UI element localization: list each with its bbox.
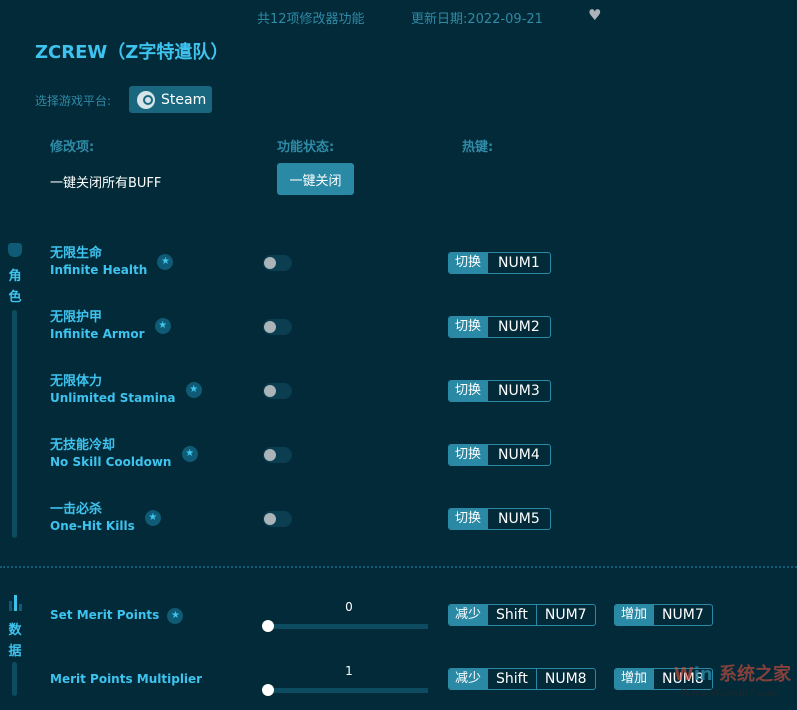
steam-icon [137, 90, 155, 109]
character-icon [8, 243, 22, 257]
slider-value: 0 [345, 600, 353, 614]
cheat-row: 无限护甲 Infinite Armor ★ [50, 309, 171, 345]
hotkey-key: NUM8 [535, 669, 595, 689]
slider-value: 1 [345, 664, 353, 678]
slider-row-label: Set Merit Points ★ [50, 607, 184, 624]
star-icon[interactable]: ★ [185, 381, 202, 398]
section-data-1: 数 [8, 623, 22, 638]
section-character[interactable]: 角色 [8, 266, 22, 308]
slider-track[interactable] [268, 688, 428, 693]
cheat-name-en-wrap: Infinite Armor ★ [50, 317, 171, 343]
hotkey-key: NUM3 [487, 381, 550, 401]
hotkey-modifier: Shift [487, 669, 536, 689]
cheat-toggle[interactable] [263, 511, 292, 527]
hotkey-key: NUM1 [487, 253, 550, 273]
hotkey-key: NUM4 [487, 445, 550, 465]
hotkey-action: 切换 [449, 381, 488, 401]
hotkey-action: 切换 [449, 445, 488, 465]
cheat-name-en: Infinite Armor [50, 327, 145, 341]
cheat-toggle[interactable] [263, 255, 292, 271]
cheat-row: 无技能冷却 No Skill Cooldown ★ [50, 437, 198, 473]
section-data-2: 据 [8, 644, 22, 659]
star-icon[interactable]: ★ [181, 445, 198, 462]
feature-count: 共12项修改器功能 [257, 12, 365, 27]
decrease-hotkey[interactable]: 减少 Shift NUM8 [448, 668, 596, 690]
hotkey-action: 减少 [449, 669, 488, 689]
hotkey-key: NUM5 [487, 509, 550, 529]
cheat-name-en-wrap: No Skill Cooldown ★ [50, 445, 198, 471]
watermark-url: Www.Winwin7.com [681, 688, 779, 699]
section-char-2: 色 [8, 290, 22, 305]
hotkey-action: 切换 [449, 509, 488, 529]
cheat-toggle[interactable] [263, 383, 292, 399]
hotkey-action: 切换 [449, 317, 488, 337]
slider-thumb[interactable] [262, 620, 274, 632]
hotkey-key: NUM2 [487, 317, 550, 337]
hotkey-box[interactable]: 切换 NUM2 [448, 316, 551, 338]
hotkey-box[interactable]: 切换 NUM5 [448, 508, 551, 530]
update-date: 更新日期:2022-09-21 [411, 12, 543, 27]
hotkey-box[interactable]: 切换 NUM4 [448, 444, 551, 466]
section-char-1: 角 [8, 269, 22, 284]
steam-label: Steam [161, 91, 207, 108]
cheat-name-en: Infinite Health [50, 263, 148, 277]
hotkey-action: 切换 [449, 253, 488, 273]
star-icon[interactable]: ★ [167, 607, 184, 624]
section-scrollbar[interactable] [12, 310, 17, 538]
hotkey-key: NUM7 [653, 605, 712, 625]
hotkey-box[interactable]: 切换 NUM3 [448, 380, 551, 402]
cheat-row: 无限体力 Unlimited Stamina ★ [50, 373, 202, 409]
hotkey-box[interactable]: 切换 NUM1 [448, 252, 551, 274]
column-item: 修改项: [50, 140, 95, 155]
hotkey-key: NUM7 [535, 605, 595, 625]
slider-row-label: Merit Points Multiplier [50, 671, 202, 688]
cheat-row: 无限生命 Infinite Health ★ [50, 245, 174, 281]
slider-name: Merit Points Multiplier [50, 672, 203, 686]
platform-label: 选择游戏平台: [35, 94, 112, 108]
cheat-name-en-wrap: Infinite Health ★ [50, 253, 174, 279]
hotkey-modifier: Shift [487, 605, 536, 625]
decrease-hotkey[interactable]: 减少 Shift NUM7 [448, 604, 596, 626]
slider-thumb[interactable] [262, 684, 274, 696]
slider-track[interactable] [268, 624, 428, 629]
cheat-name-cn: 无限生命 [50, 246, 103, 261]
cheat-name-cn: 无技能冷却 [50, 438, 116, 453]
slider-name: Set Merit Points [50, 608, 160, 622]
hotkey-action: 减少 [449, 605, 488, 625]
column-hotkey: 热键: [462, 140, 494, 155]
close-all-button[interactable]: 一键关闭 [277, 163, 354, 195]
cheat-name-en-wrap: One-Hit Kills ★ [50, 509, 161, 535]
hotkey-action: 增加 [615, 669, 654, 689]
cheat-name-en: No Skill Cooldown [50, 455, 172, 469]
cheat-toggle[interactable] [263, 319, 292, 335]
cheat-name-cn: 无限护甲 [50, 310, 103, 325]
cheat-toggle[interactable] [263, 447, 292, 463]
cheat-name-en: Unlimited Stamina [50, 391, 176, 405]
column-status: 功能状态: [277, 140, 335, 155]
star-icon[interactable]: ★ [154, 317, 171, 334]
heart-icon[interactable]: ♥ [588, 6, 601, 24]
cheat-name-cn: 无限体力 [50, 374, 103, 389]
cheat-row: 一击必杀 One-Hit Kills ★ [50, 501, 161, 537]
section-divider [0, 566, 797, 568]
game-title: ZCREW（Z字特遣队） [35, 42, 229, 63]
chart-bars-icon [9, 595, 23, 611]
star-icon[interactable]: ★ [144, 509, 161, 526]
data-scrollbar[interactable] [12, 662, 17, 696]
close-all-label: 一键关闭所有BUFF [50, 176, 162, 191]
hotkey-action: 增加 [615, 605, 654, 625]
section-data[interactable]: 数据 [8, 620, 22, 662]
increase-hotkey[interactable]: 增加 NUM7 [614, 604, 713, 626]
steam-platform-button[interactable]: Steam [129, 86, 212, 113]
star-icon[interactable]: ★ [157, 253, 174, 270]
watermark: Win 系统之家 [673, 664, 791, 685]
cheat-name-en: One-Hit Kills [50, 519, 135, 533]
cheat-name-en-wrap: Unlimited Stamina ★ [50, 381, 202, 407]
